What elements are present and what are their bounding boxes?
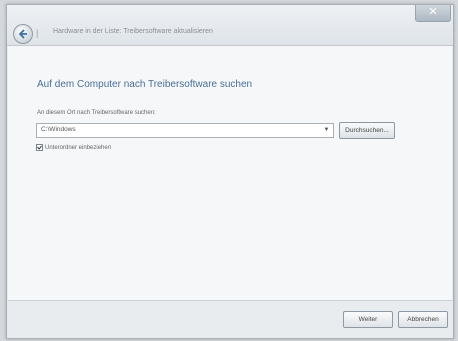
- nav-separator: |: [36, 28, 39, 38]
- cancel-button[interactable]: Abbrechen: [398, 311, 448, 328]
- back-button[interactable]: [13, 24, 33, 44]
- include-subfolders-checkbox[interactable]: Unterordner einbeziehen: [36, 144, 111, 151]
- titlebar: ✕ | Hardware in der Liste: Treibersoftwa…: [7, 5, 453, 46]
- browse-button[interactable]: Durchsuchen...: [339, 122, 395, 139]
- checkmark-icon[interactable]: [36, 144, 43, 151]
- wizard-window: ✕ | Hardware in der Liste: Treibersoftwa…: [6, 4, 454, 339]
- page-title: Auf dem Computer nach Treibersoftware su…: [37, 79, 253, 90]
- close-button[interactable]: ✕: [415, 5, 451, 22]
- close-icon: ✕: [428, 6, 438, 18]
- wizard-content: Auf dem Computer nach Treibersoftware su…: [8, 46, 452, 300]
- breadcrumb: Hardware in der Liste: Treibersoftware a…: [53, 28, 213, 35]
- include-subfolders-label: Unterordner einbeziehen: [45, 145, 112, 152]
- path-label: An diesem Ort nach Treibersoftware suche…: [37, 110, 156, 116]
- chevron-down-icon[interactable]: ▼: [321, 125, 332, 136]
- next-button[interactable]: Weiter: [343, 311, 393, 328]
- path-combobox[interactable]: C:\Windows ▼: [36, 123, 334, 138]
- back-arrow-icon: [18, 29, 27, 39]
- path-input[interactable]: C:\Windows: [41, 126, 76, 133]
- wizard-footer: Weiter Abbrechen: [8, 300, 452, 338]
